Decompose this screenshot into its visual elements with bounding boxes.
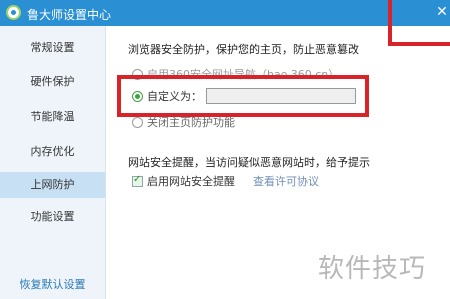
sidebar-item-power-cooling[interactable]: 节能降温 — [0, 104, 105, 130]
site-alert-option[interactable]: 启用网站安全提醒 查看许可协议 — [132, 173, 319, 189]
watermark-text: 软件技巧 — [318, 254, 427, 284]
radio-disable-protection[interactable] — [132, 116, 143, 128]
window-title: 鲁大师设置中心 — [27, 8, 112, 22]
title-bar: 鲁大师设置中心 ✕ — [0, 0, 450, 26]
sidebar-item-web-protection[interactable]: 上网防护 — [0, 172, 105, 198]
site-alert-checkbox[interactable] — [132, 174, 143, 187]
sidebar: 常规设置 硬件保护 节能降温 内存优化 上网防护 功能设置 恢复默认设置 — [0, 26, 106, 299]
restore-defaults-link[interactable]: 恢复默认设置 — [0, 276, 105, 292]
app-logo-icon — [6, 5, 21, 20]
sidebar-item-features[interactable]: 功能设置 — [0, 204, 105, 230]
license-agreement-link[interactable]: 查看许可协议 — [253, 173, 319, 189]
site-alert-heading: 网站安全提醒，当访问疑似恶意网站时，给予提示 — [128, 156, 370, 169]
sidebar-item-hardware-protection[interactable]: 硬件保护 — [0, 69, 105, 95]
site-alert-label: 启用网站安全提醒 — [147, 175, 235, 188]
highlight-box-custom — [117, 75, 369, 117]
browser-protection-heading: 浏览器安全防护，保护您的主页，防止恶意篡改 — [128, 43, 359, 56]
sidebar-item-memory[interactable]: 内存优化 — [0, 139, 105, 165]
highlight-box-corner — [388, 0, 450, 46]
sidebar-item-general[interactable]: 常规设置 — [0, 35, 105, 61]
